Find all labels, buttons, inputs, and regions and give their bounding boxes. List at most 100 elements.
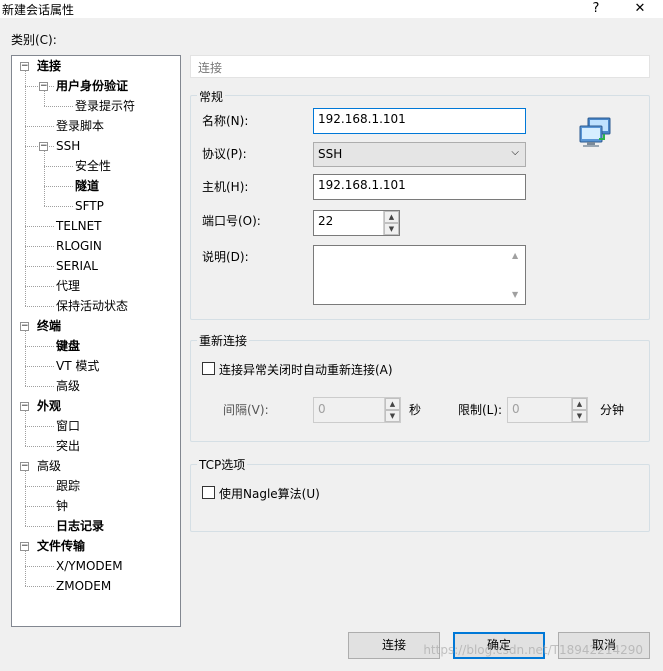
tree-item[interactable]: 登录脚本: [56, 117, 104, 135]
spin-down-icon: ▼: [572, 410, 587, 422]
collapse-icon[interactable]: −: [20, 402, 29, 411]
collapse-icon[interactable]: −: [20, 542, 29, 551]
tree-connector: [44, 106, 73, 107]
tree-item[interactable]: 窗口: [56, 417, 80, 435]
tree-item[interactable]: 外观: [37, 397, 61, 415]
limit-value: 0: [512, 402, 520, 416]
network-computers-icon: [579, 117, 611, 147]
tree-connector: [25, 526, 54, 527]
interval-unit: 秒: [409, 403, 422, 417]
close-button[interactable]: ✕: [628, 0, 652, 18]
tree-connector: [25, 426, 54, 427]
interval-value: 0: [318, 402, 326, 416]
tree-guide: [25, 411, 26, 446]
tree-connector: [44, 186, 73, 187]
collapse-icon[interactable]: −: [39, 82, 48, 91]
protocol-value: SSH: [318, 147, 343, 161]
tree-connector: [25, 266, 54, 267]
limit-label: 限制(L):: [458, 403, 503, 417]
tree-connector: [25, 306, 54, 307]
tree-connector: [25, 286, 54, 287]
scroll-down-icon[interactable]: ▼: [512, 290, 518, 299]
tree-item[interactable]: 键盘: [56, 337, 80, 355]
host-label: 主机(H):: [202, 180, 249, 194]
tcp-group-title: TCP选项: [197, 456, 248, 473]
tree-item[interactable]: 高级: [37, 457, 61, 475]
scroll-up-icon[interactable]: ▲: [512, 251, 518, 260]
tree-item[interactable]: ZMODEM: [56, 577, 111, 595]
tree-item[interactable]: RLOGIN: [56, 237, 102, 255]
spin-down-icon[interactable]: ▼: [384, 223, 399, 235]
tree-guide: [25, 331, 26, 386]
interval-spinner: ▲ ▼: [384, 398, 400, 422]
description-label: 说明(D):: [202, 250, 249, 264]
tree-connector: [25, 486, 54, 487]
tree-guide: [44, 151, 45, 206]
host-input[interactable]: 192.168.1.101: [313, 174, 526, 200]
spin-up-icon[interactable]: ▲: [384, 211, 399, 223]
tree-item[interactable]: 安全性: [75, 157, 111, 175]
spin-down-icon: ▼: [385, 410, 400, 422]
tree-guide: [25, 71, 26, 306]
collapse-icon[interactable]: −: [20, 62, 29, 71]
port-value: 22: [318, 214, 334, 228]
tree-connector: [25, 366, 54, 367]
reconnect-group: [190, 340, 650, 442]
tree-item[interactable]: TELNET: [56, 217, 102, 235]
tree-connector: [25, 246, 54, 247]
collapse-icon[interactable]: −: [39, 142, 48, 151]
tree-item[interactable]: 隧道: [75, 177, 99, 195]
window-title: 新建会话属性: [2, 3, 75, 17]
tree-connector: [25, 346, 54, 347]
spin-up-icon: ▲: [572, 398, 587, 410]
tree-item[interactable]: 文件传输: [37, 537, 85, 555]
tree-item[interactable]: 连接: [37, 57, 61, 75]
tree-item[interactable]: 用户身份验证: [56, 77, 128, 95]
auto-reconnect-label[interactable]: 连接异常关闭时自动重新连接(A): [219, 361, 393, 378]
tree-connector: [44, 206, 73, 207]
tree-item[interactable]: 跟踪: [56, 477, 80, 495]
collapse-icon[interactable]: −: [20, 322, 29, 331]
help-button[interactable]: ?: [584, 0, 608, 18]
tree-item[interactable]: SERIAL: [56, 257, 98, 275]
tree-item[interactable]: SSH: [56, 137, 80, 155]
tree-guide: [25, 551, 26, 586]
port-label: 端口号(O):: [202, 214, 261, 228]
tree-item[interactable]: SFTP: [75, 197, 104, 215]
name-label: 名称(N):: [202, 114, 249, 128]
watermark: https://blog.csdn.net/T18942214290: [423, 643, 643, 657]
tree-item[interactable]: 终端: [37, 317, 61, 335]
tree-item[interactable]: VT 模式: [56, 357, 99, 375]
tree-guide: [25, 471, 26, 526]
description-textarea[interactable]: [313, 245, 526, 305]
tree-item[interactable]: 保持活动状态: [56, 297, 128, 315]
nagle-checkbox[interactable]: [202, 486, 215, 499]
chevron-down-icon: ⌵: [511, 147, 519, 158]
tree-connector: [25, 386, 54, 387]
collapse-icon[interactable]: −: [20, 462, 29, 471]
tree-connector: [25, 446, 54, 447]
port-spinner[interactable]: ▲ ▼: [383, 211, 399, 235]
limit-unit: 分钟: [600, 403, 625, 417]
tree-item[interactable]: 登录提示符: [75, 97, 135, 115]
name-input[interactable]: 192.168.1.101: [313, 108, 526, 134]
tree-item[interactable]: 高级: [56, 377, 80, 395]
category-tree[interactable]: 连接 − 用户身份验证 − 登录提示符 登录脚本 SSH − 安全性 隧道 SFTP TELNET RL…: [11, 55, 181, 627]
nagle-label[interactable]: 使用Nagle算法(U): [219, 485, 320, 502]
auto-reconnect-checkbox[interactable]: [202, 362, 215, 375]
reconnect-group-title: 重新连接: [197, 332, 250, 349]
tree-item[interactable]: 钟: [56, 497, 68, 515]
protocol-select[interactable]: SSH ⌵: [313, 142, 526, 167]
tree-item[interactable]: 突出: [56, 437, 80, 455]
tree-connector: [25, 126, 54, 127]
tree-connector: [25, 586, 54, 587]
tree-item[interactable]: 代理: [56, 277, 80, 295]
limit-spinner: ▲ ▼: [571, 398, 587, 422]
tree-item[interactable]: 日志记录: [56, 517, 104, 535]
protocol-label: 协议(P):: [202, 147, 247, 161]
title-bar: [0, 0, 663, 18]
tree-connector: [44, 166, 73, 167]
tree-connector: [25, 566, 54, 567]
tree-item[interactable]: X/YMODEM: [56, 557, 123, 575]
tree-connector: [25, 226, 54, 227]
